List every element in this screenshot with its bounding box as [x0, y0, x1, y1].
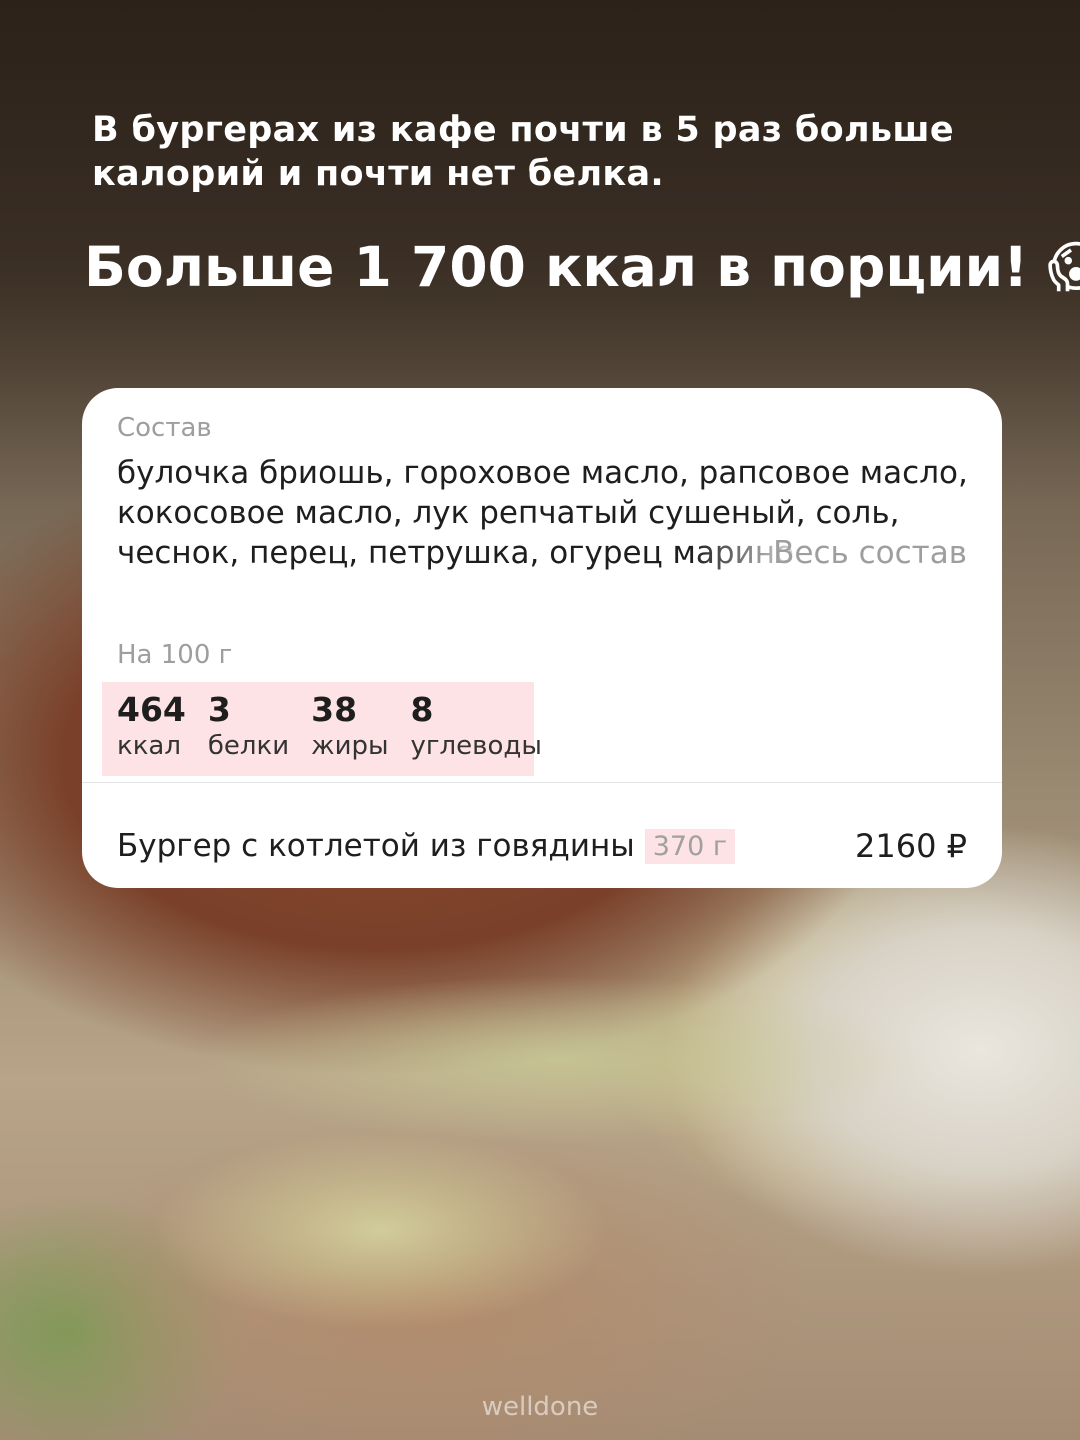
product-card: Состав булочка бриошь, гороховое масло, …: [82, 388, 1002, 888]
nutrition-label: белки: [207, 731, 290, 761]
nutrition-carbs: 8 углеводы: [411, 682, 542, 776]
product-name: Бургер с котлетой из говядины: [117, 828, 635, 864]
nutrition-label: углеводы: [410, 731, 542, 761]
price: 2160 ₽: [855, 827, 967, 865]
big-title: Больше 1 700 ккал в порции! 😱: [84, 235, 1080, 299]
product-row[interactable]: Бургер с котлетой из говядины 370 г 2160…: [117, 824, 967, 868]
nutrition-protein: 3 белки: [208, 682, 289, 776]
ingredients-line: булочка бриошь, гороховое масло, рапсово…: [117, 455, 967, 491]
weight-badge: 370 г: [644, 828, 736, 864]
divider: [82, 782, 1002, 783]
nutrition-kcal: 464 ккал: [117, 682, 186, 776]
nutrition-label: жиры: [311, 731, 389, 761]
nutrition-value: 464: [117, 690, 186, 729]
nutrition-value: 38: [311, 690, 358, 729]
watermark: welldone: [481, 1392, 599, 1422]
ingredients-text: булочка бриошь, гороховое масло, рапсово…: [117, 453, 967, 573]
full-composition-link[interactable]: Весь состав: [693, 533, 967, 573]
nutrition-value: 8: [410, 690, 434, 729]
nutrition-facts: 464 ккал 3 белки 38 жиры 8 углеводы: [102, 682, 542, 776]
nutrition-fat: 38 жиры: [311, 682, 388, 776]
composition-label: Состав: [117, 413, 212, 443]
ingredients-line-last: чеснок, перец, петрушка, огурец марино В…: [117, 533, 967, 573]
per-100g-label: На 100 г: [117, 640, 233, 670]
product-name-group: Бургер с котлетой из говядины 370 г: [117, 828, 736, 864]
nutrition-value: 3: [207, 690, 231, 729]
ingredients-line: кокосовое масло, лук репчатый сушеный, с…: [117, 495, 900, 531]
headline: В бургерах из кафе почти в 5 раз больше …: [92, 110, 954, 194]
nutrition-label: ккал: [117, 731, 181, 761]
